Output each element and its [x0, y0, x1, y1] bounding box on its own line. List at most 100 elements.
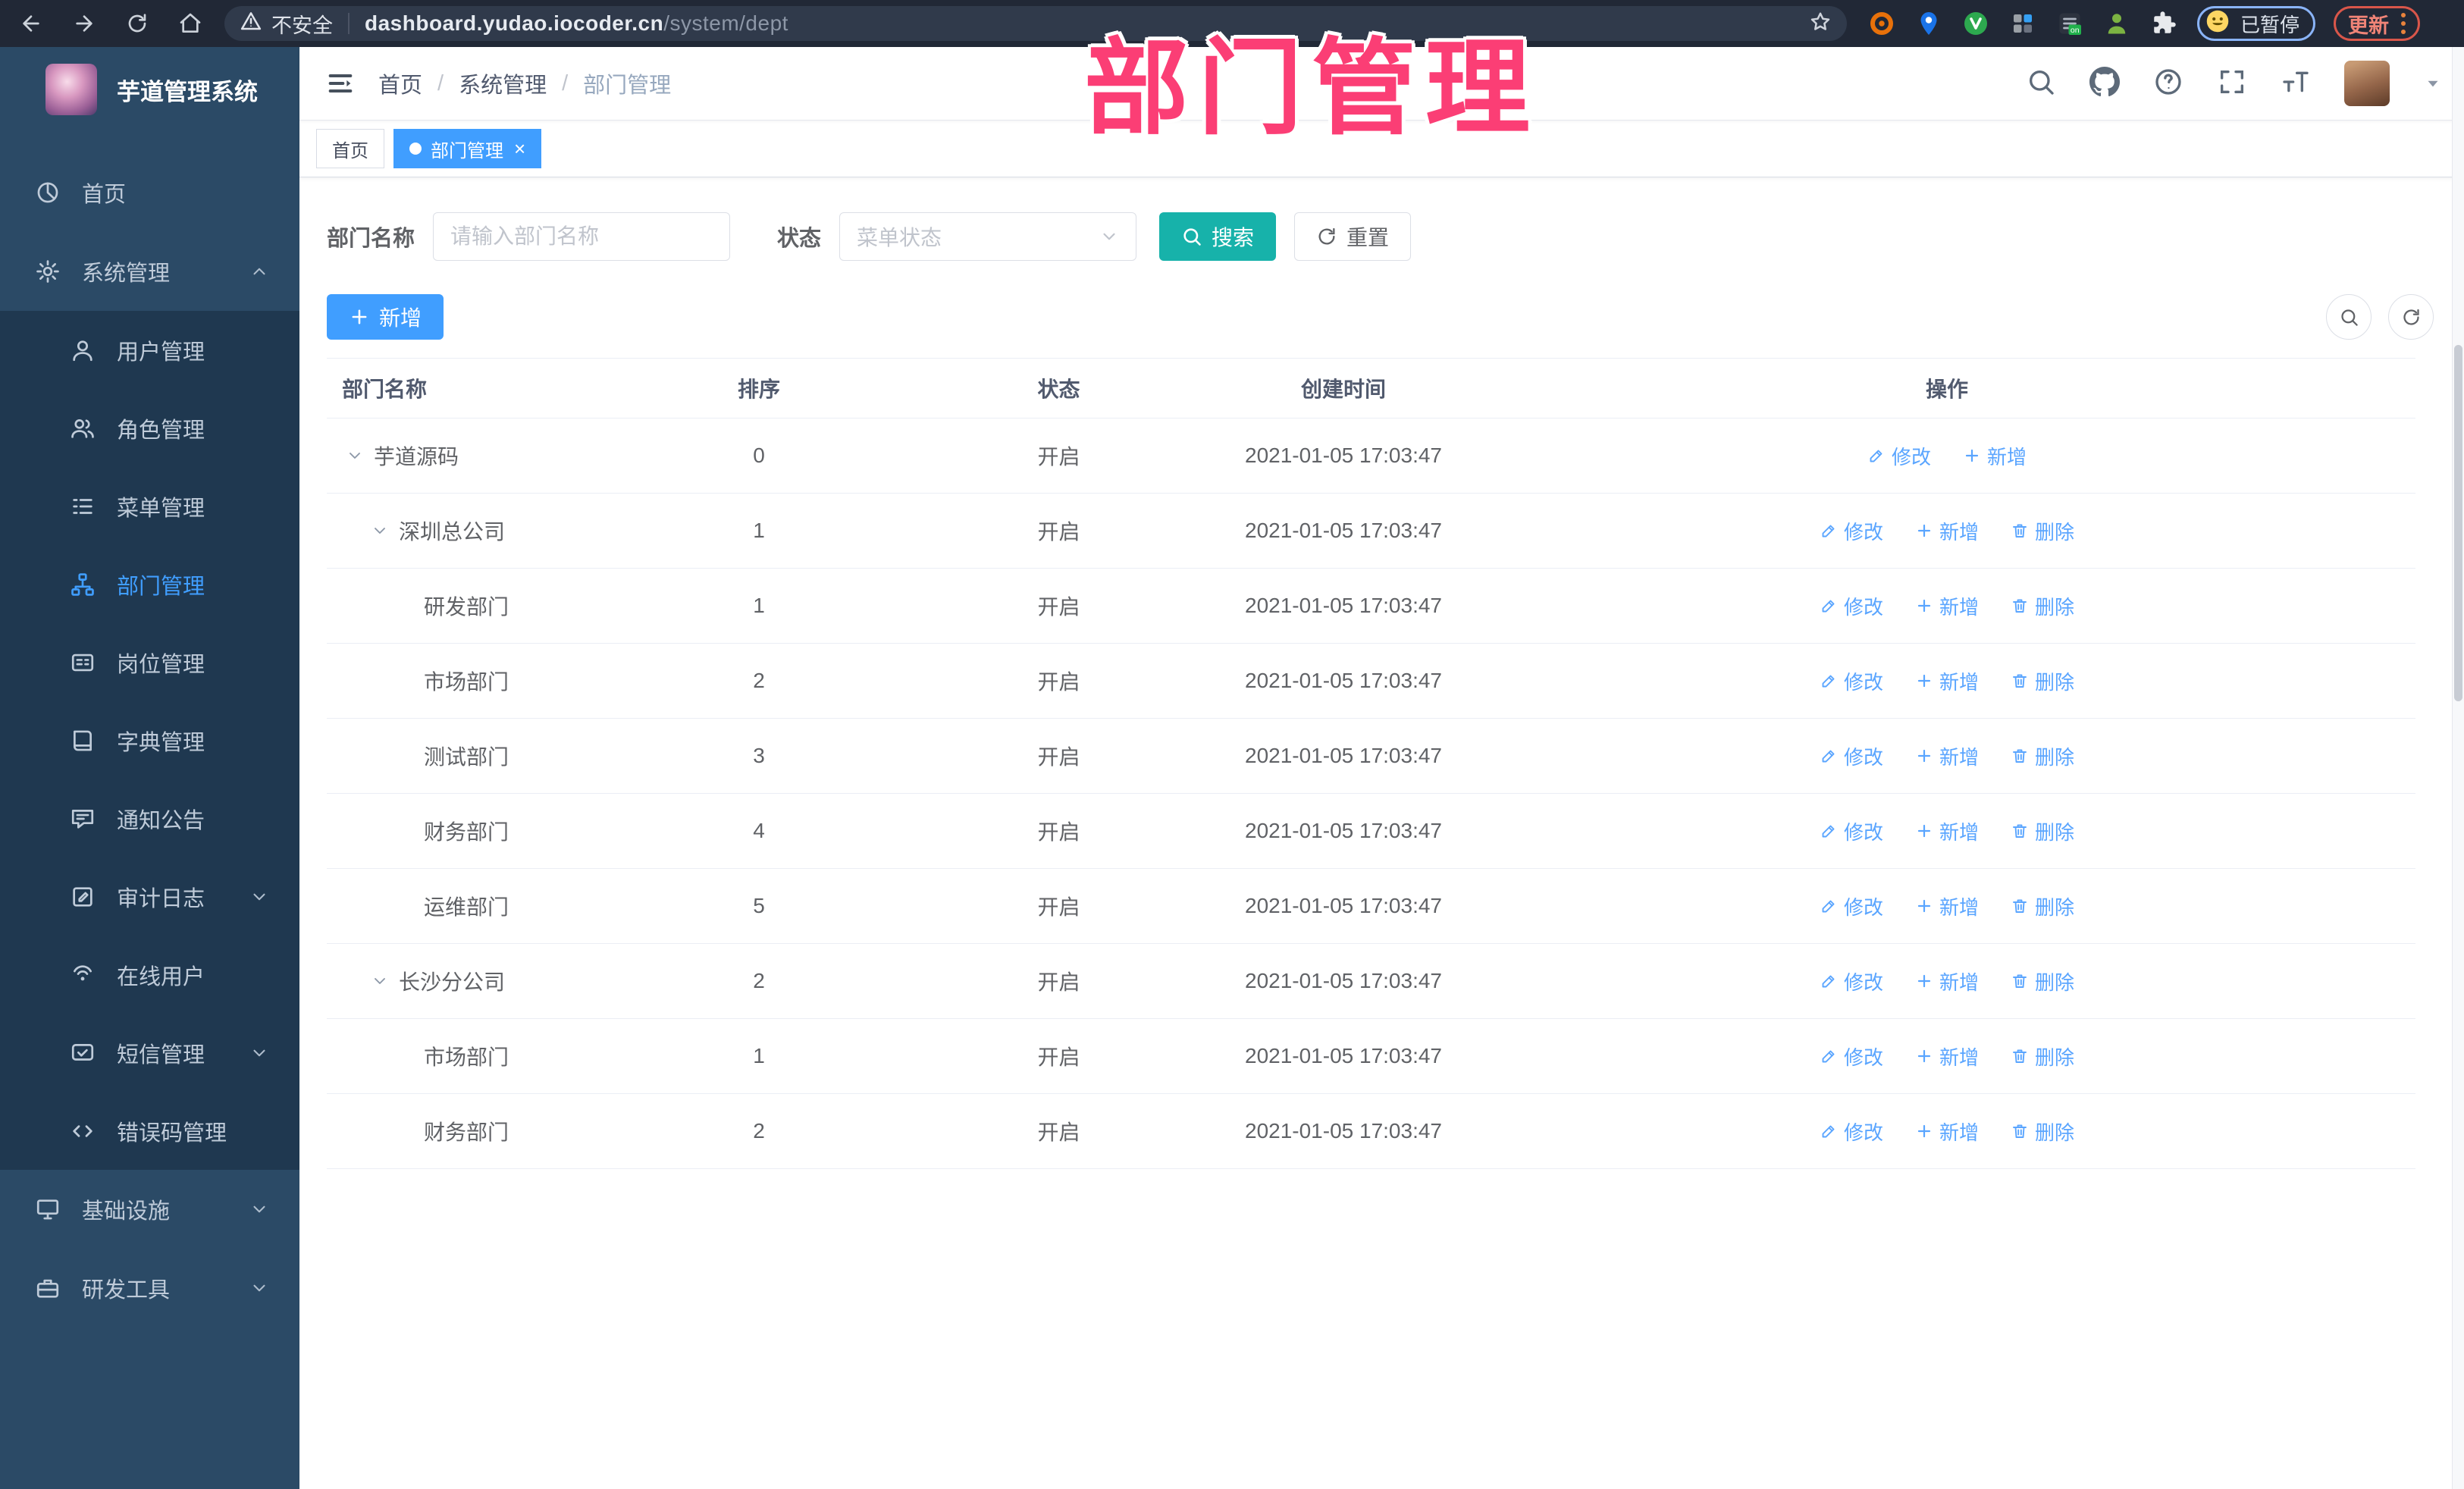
sidebar-item-基础设施[interactable]: 基础设施 — [0, 1170, 299, 1249]
extension-grid-icon[interactable] — [2009, 10, 2036, 37]
edit-link[interactable]: 修改 — [1820, 517, 1883, 545]
reset-button[interactable]: 重置 — [1294, 212, 1412, 261]
add-icon — [1915, 972, 1933, 990]
sidebar-item-菜单管理[interactable]: 菜单管理 — [0, 467, 299, 545]
chevron-down-icon — [249, 887, 269, 907]
dept-name-input[interactable] — [433, 212, 731, 261]
edit-link[interactable]: 修改 — [1820, 592, 1883, 620]
extension-green-check-icon[interactable] — [1962, 10, 1989, 37]
edit-link[interactable]: 修改 — [1820, 892, 1883, 920]
search-icon[interactable] — [2026, 67, 2056, 101]
add-link[interactable]: 新增 — [1915, 517, 1979, 545]
delete-link[interactable]: 删除 — [2011, 667, 2074, 695]
extensions-puzzle-icon[interactable] — [2150, 10, 2177, 37]
browser-menu-icon[interactable] — [2401, 13, 2406, 34]
expand-chevron-icon[interactable] — [367, 518, 393, 544]
expand-chevron-icon[interactable] — [367, 968, 393, 994]
add-link[interactable]: 新增 — [1915, 1118, 1979, 1146]
expand-chevron-icon[interactable] — [342, 443, 368, 469]
extension-on-badge-icon[interactable]: on — [2056, 10, 2083, 37]
table-toolbar: 新增 — [327, 294, 2464, 340]
sidebar-item-短信管理[interactable]: 短信管理 — [0, 1014, 299, 1092]
gear-icon — [35, 259, 61, 284]
forward-icon[interactable] — [70, 9, 99, 38]
delete-link[interactable]: 删除 — [2011, 1042, 2074, 1071]
delete-link[interactable]: 删除 — [2011, 742, 2074, 770]
hamburger-icon[interactable] — [325, 68, 356, 99]
breadcrumb-system[interactable]: 系统管理 — [459, 67, 547, 99]
reload-icon[interactable] — [123, 9, 152, 38]
cell-status: 开启 — [1037, 445, 1080, 469]
bookmark-star-icon[interactable] — [1809, 11, 1832, 37]
tab-home[interactable]: 首页 — [316, 129, 384, 168]
delete-link[interactable]: 删除 — [2011, 592, 2074, 620]
sidebar-item-在线用户[interactable]: 在线用户 — [0, 936, 299, 1014]
tab-dept-management[interactable]: 部门管理 × — [393, 129, 542, 168]
edit-link[interactable]: 修改 — [1867, 442, 1931, 470]
extension-orange-icon[interactable] — [1868, 10, 1895, 37]
add-link[interactable]: 新增 — [1915, 967, 1979, 995]
sidebar-item-首页[interactable]: 首页 — [0, 153, 299, 232]
breadcrumb-separator: / — [562, 71, 569, 96]
extension-pin-icon[interactable] — [1915, 10, 1942, 37]
sidebar-item-审计日志[interactable]: 审计日志 — [0, 857, 299, 936]
delete-link[interactable]: 删除 — [2011, 1118, 2074, 1146]
sidebar-item-错误码管理[interactable]: 错误码管理 — [0, 1092, 299, 1170]
close-icon[interactable]: × — [514, 139, 525, 158]
url-bar[interactable]: 不安全 dashboard.yudao.iocoder.cn/system/de… — [224, 6, 1847, 41]
edit-link[interactable]: 修改 — [1820, 667, 1883, 695]
status-select[interactable]: 菜单状态 — [839, 212, 1137, 261]
update-label: 更新 — [2348, 14, 2390, 37]
sidebar-item-用户管理[interactable]: 用户管理 — [0, 311, 299, 389]
sidebar-item-部门管理[interactable]: 部门管理 — [0, 545, 299, 623]
reset-button-label: 重置 — [1346, 226, 1390, 249]
edit-link[interactable]: 修改 — [1820, 1042, 1883, 1071]
sidebar-item-字典管理[interactable]: 字典管理 — [0, 701, 299, 779]
browser-profile-chip[interactable]: 已暂停 — [2197, 6, 2316, 41]
font-size-icon[interactable] — [2281, 67, 2311, 101]
add-link[interactable]: 新增 — [1963, 442, 2027, 470]
scrollbar-thumb[interactable] — [2454, 345, 2462, 701]
edit-link[interactable]: 修改 — [1820, 1118, 1883, 1146]
add-link[interactable]: 新增 — [1915, 1042, 1979, 1071]
delete-link[interactable]: 删除 — [2011, 892, 2074, 920]
show-search-button[interactable] — [2326, 294, 2372, 340]
security-label: 不安全 — [271, 14, 333, 37]
sidebar-item-角色管理[interactable]: 角色管理 — [0, 389, 299, 467]
app-logo[interactable]: 芋道管理系统 — [0, 47, 299, 115]
sidebar-item-岗位管理[interactable]: 岗位管理 — [0, 623, 299, 701]
edit-link[interactable]: 修改 — [1820, 742, 1883, 770]
cell-created-time: 2021-01-05 17:03:47 — [1245, 819, 1442, 842]
browser-update-button[interactable]: 更新 — [2334, 6, 2421, 41]
add-link[interactable]: 新增 — [1915, 817, 1979, 845]
fullscreen-icon[interactable] — [2217, 67, 2247, 101]
extension-person-icon[interactable] — [2103, 10, 2130, 37]
user-avatar[interactable] — [2344, 61, 2390, 106]
delete-link[interactable]: 删除 — [2011, 517, 2074, 545]
add-button[interactable]: 新增 — [327, 294, 444, 340]
add-link[interactable]: 新增 — [1915, 892, 1979, 920]
help-icon[interactable] — [2153, 67, 2183, 101]
add-link[interactable]: 新增 — [1915, 592, 1979, 620]
home-icon[interactable] — [176, 9, 205, 38]
add-link[interactable]: 新增 — [1915, 667, 1979, 695]
search-button[interactable]: 搜索 — [1159, 212, 1277, 261]
add-link[interactable]: 新增 — [1915, 742, 1979, 770]
refresh-button[interactable] — [2388, 294, 2434, 340]
delete-link[interactable]: 删除 — [2011, 967, 2074, 995]
cell-created-time: 2021-01-05 17:03:47 — [1245, 444, 1442, 467]
github-icon[interactable] — [2089, 66, 2120, 101]
breadcrumb-home[interactable]: 首页 — [378, 67, 422, 99]
edit-link[interactable]: 修改 — [1820, 967, 1883, 995]
sidebar-item-研发工具[interactable]: 研发工具 — [0, 1249, 299, 1328]
column-header-name: 部门名称 — [342, 378, 428, 401]
sidebar-item-系统管理[interactable]: 系统管理 — [0, 232, 299, 311]
security-warning[interactable]: 不安全 — [240, 9, 333, 39]
edit-link[interactable]: 修改 — [1820, 817, 1883, 845]
delete-link[interactable]: 删除 — [2011, 817, 2074, 845]
chevron-down-icon[interactable] — [2423, 74, 2443, 93]
sidebar-item-通知公告[interactable]: 通知公告 — [0, 779, 299, 857]
action-label: 新增 — [1939, 670, 1979, 694]
back-icon[interactable] — [17, 9, 45, 38]
cell-actions: 修改 新增 删除 — [1478, 592, 2415, 620]
